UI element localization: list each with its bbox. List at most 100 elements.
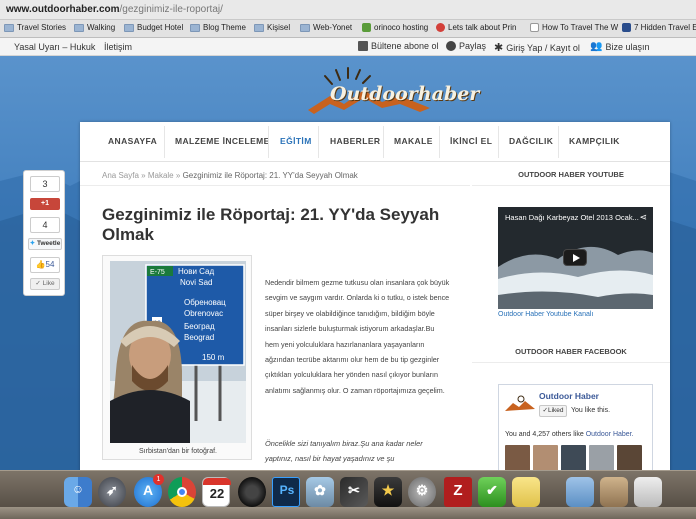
youtube-widget-heading: OUTDOOR HABER YOUTUBE [472, 164, 670, 186]
breadcrumb-current: Gezginimiz ile Röportaj: 21. YY'da Seyya… [182, 171, 358, 180]
youtube-video-player[interactable]: Hasan Dağı Karbeyaz Otel 2013 Ocak... ⋖ [498, 207, 653, 309]
bookmark-how-to-travel[interactable]: How To Travel The W [530, 23, 618, 32]
nav-haberler[interactable]: HABERLER [330, 136, 380, 146]
folder-icon [74, 23, 84, 32]
newsletter-link[interactable]: Bültene abone ol [358, 41, 439, 51]
breadcrumb-home[interactable]: Ana Sayfa [102, 171, 139, 180]
fan-avatar[interactable] [505, 445, 530, 473]
check-icon: ✓ [35, 280, 41, 287]
breadcrumb-separator: » [175, 171, 181, 180]
play-button[interactable] [563, 249, 587, 266]
article-paragraph: Nedendir bilmem gezme tutkusu olan insan… [265, 278, 450, 395]
nav-divider [383, 126, 384, 158]
facebook-page-link[interactable]: Outdoor Haber. [586, 431, 634, 438]
gear-icon: ✱ [494, 42, 504, 54]
browser-address-bar[interactable]: www.outdoorhaber.com/gezginimiz-ile-ropo… [0, 0, 696, 20]
nav-divider [164, 126, 165, 158]
bookmark-travel-stories[interactable]: Travel Stories [4, 23, 66, 32]
bookmark-hidden-travel[interactable]: 7 Hidden Travel E [622, 23, 696, 32]
contact-us-link[interactable]: 👥 Bize ulaşın [590, 41, 649, 52]
divider [80, 185, 470, 186]
nav-dagcilik[interactable]: DAĞCILIK [509, 136, 553, 146]
folder-icon[interactable] [566, 477, 594, 507]
nav-divider [498, 126, 499, 158]
filezilla-icon[interactable]: Z [444, 477, 472, 507]
photoshop-icon[interactable]: Ps [272, 477, 300, 507]
photo-caption: Sırbistan'dan bir fotoğraf. [139, 448, 217, 455]
facebook-like-count[interactable]: 👍54 [30, 257, 60, 273]
chrome-icon[interactable] [168, 477, 196, 507]
bookmark-blog-theme[interactable]: Blog Theme [190, 23, 246, 32]
tweet-count: 4 [30, 217, 60, 233]
facebook-liked-button[interactable]: ✓Liked [539, 405, 567, 417]
nav-divider [558, 126, 559, 158]
stumbleupon-like-button[interactable]: ✓ Like [30, 278, 60, 290]
social-share-widget: 3 +1 4 ✦ Tweetle 👍54 ✓ Like [23, 170, 65, 296]
sign-text: Обреновац [184, 298, 226, 307]
sign-text: Нови Сад [178, 267, 214, 276]
sign-text: Obrenovac [184, 309, 223, 318]
iphoto-icon[interactable]: ✿ [306, 477, 334, 507]
gplus-button[interactable]: +1 [30, 198, 60, 210]
dock-shelf [0, 507, 696, 519]
site-logo[interactable]: Outdoorhaber [300, 66, 479, 118]
fan-avatar[interactable] [533, 445, 558, 473]
sign-text: E-75 [150, 269, 165, 276]
facebook-widget-heading: OUTDOOR HABER FACEBOOK [472, 341, 670, 363]
folder-icon [254, 23, 264, 32]
bookmark-lets-talk[interactable]: Lets talk about Prin [436, 23, 516, 32]
nav-anasayfa[interactable]: ANASAYFA [108, 136, 157, 146]
folder-icon [300, 23, 310, 32]
contact-link[interactable]: İletişim [104, 42, 132, 52]
final-cut-icon[interactable]: ✂ [340, 477, 368, 507]
legal-link[interactable]: Yasal Uyarı – Hukuk [14, 42, 95, 52]
traveler-road-sign-photo: E-75 Нови Сад Novi Sad 19 Обреновац Obre… [110, 261, 246, 443]
stickies-icon[interactable] [512, 477, 540, 507]
login-register-link[interactable]: ✱ Giriş Yap / Kayıt ol [494, 41, 580, 54]
sign-text: Београд [184, 322, 215, 331]
facebook-page-name[interactable]: Outdoor Haber [539, 391, 599, 401]
twitter-icon: ✦ [29, 240, 36, 247]
launchpad-icon[interactable]: ➶ [98, 477, 126, 507]
share-icon [446, 41, 456, 51]
finder-icon[interactable]: ☺ [64, 477, 92, 507]
facebook-others-like: You and 4,257 others like Outdoor Haber. [505, 431, 634, 438]
breadcrumb-category[interactable]: Makale [148, 171, 174, 180]
documents-icon[interactable] [634, 477, 662, 507]
fan-avatar[interactable] [561, 445, 586, 473]
nav-ikinci-el[interactable]: İKİNCİ EL [450, 136, 492, 146]
nav-kampcilik[interactable]: KAMPÇILIK [569, 136, 620, 146]
nav-makale[interactable]: MAKALE [394, 136, 433, 146]
nav-divider [318, 126, 319, 158]
system-preferences-icon[interactable]: ⚙ [408, 477, 436, 507]
share-link[interactable]: Paylaş [446, 41, 486, 51]
nav-malzeme-inceleme[interactable]: MALZEME İNCELEME [175, 136, 270, 146]
tasks-icon[interactable]: ✔ [478, 477, 506, 507]
photo-illustration: E-75 Нови Сад Novi Sad 19 Обреновац Obre… [110, 261, 246, 443]
fan-avatar[interactable] [617, 445, 642, 473]
site-icon [622, 23, 631, 32]
bookmark-budget-hotel[interactable]: Budget Hotel [124, 23, 183, 32]
video-title: Hasan Dağı Karbeyaz Otel 2013 Ocak... [505, 213, 639, 222]
bookmark-orinoco-hosting[interactable]: orinoco hosting [362, 23, 428, 32]
folder-icon[interactable] [600, 477, 628, 507]
share-icon[interactable]: ⋖ [639, 212, 647, 223]
app-store-icon[interactable]: A1 [134, 474, 164, 507]
calendar-icon[interactable]: 22 [202, 477, 231, 507]
imovie-icon[interactable]: ★ [374, 477, 402, 507]
article-title: Gezginimiz ile Röportaj: 21. YY'da Seyya… [102, 205, 440, 244]
fan-avatar[interactable] [589, 445, 614, 473]
bookmark-walking[interactable]: Walking [74, 23, 115, 32]
article-photo[interactable]: E-75 Нови Сад Novi Sad 19 Обреновац Obre… [102, 255, 252, 460]
site-icon [362, 23, 371, 32]
nav-egitim[interactable]: EĞİTİM [280, 136, 312, 146]
facebook-you-like: You like this. [571, 407, 611, 414]
url-text[interactable]: www.outdoorhaber.com/gezginimiz-ile-ropo… [6, 4, 223, 15]
bookmark-web-yonet[interactable]: Web-Yonet [300, 23, 352, 32]
bookmark-kisisel[interactable]: Kişisel [254, 23, 290, 32]
tweet-button[interactable]: ✦ Tweetle [28, 238, 62, 250]
breadcrumb: Ana Sayfa » Makale » Gezginimiz ile Röpo… [102, 171, 358, 180]
youtube-channel-link[interactable]: Outdoor Haber Youtube Kanalı [498, 311, 593, 318]
url-host: www.outdoorhaber.com [6, 4, 120, 15]
photo-booth-icon[interactable] [238, 477, 266, 507]
